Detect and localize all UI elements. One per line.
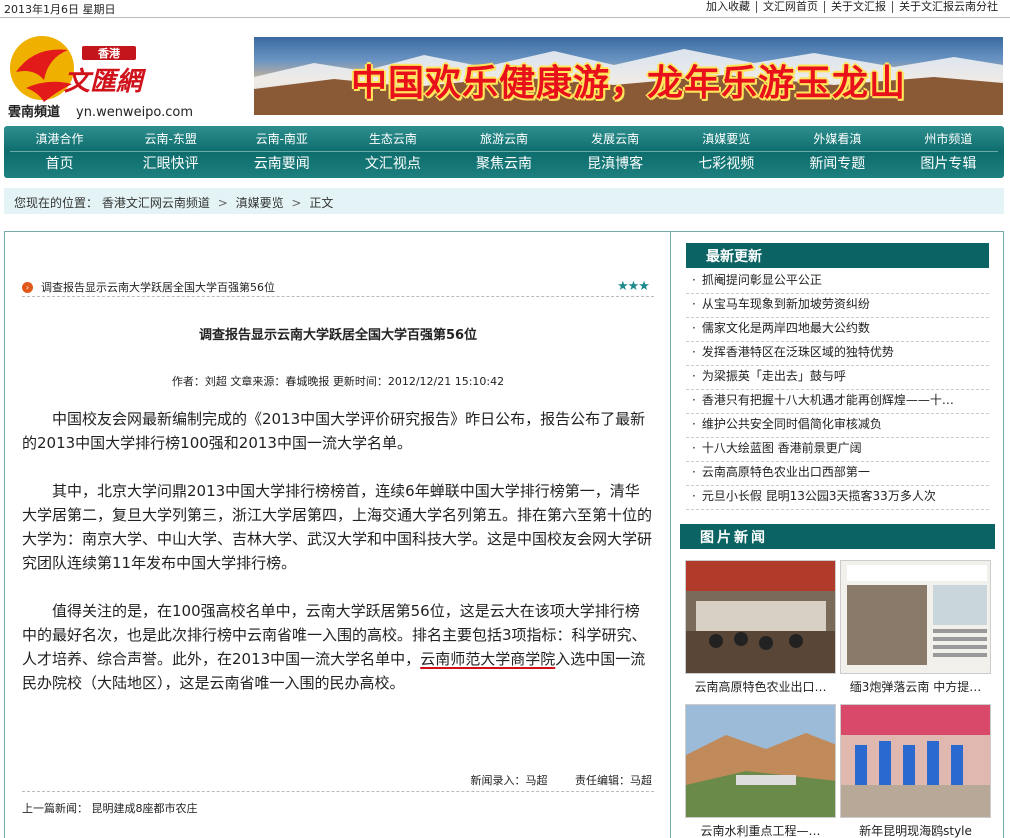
article-paragraph: 中国校友会网最新编制完成的《2013中国大学评价研究报告》昨日公布，报告公布了最… [22, 410, 646, 452]
article-meta: 作者：刘超 文章来源：春城晚报 更新时间：2012/12/21 15:10:42 [171, 375, 505, 388]
logo-channel-text: 雲南頻道 [8, 104, 60, 120]
nav-row-1: 滇港合作 云南-东盟 云南-南亚 生态云南 旅游云南 发展云南 滇媒要览 外媒看… [4, 130, 1004, 147]
nav-row-2: 首页 汇眼快评 云南要闻 文汇视点 聚焦云南 昆滇博客 七彩视频 新闻专题 图片… [4, 153, 1004, 173]
nav-item[interactable]: 旅游云南 [448, 130, 559, 147]
top-divider [0, 17, 1010, 18]
nav-item[interactable]: 首页 [4, 153, 115, 173]
nav-item[interactable]: 州市频道 [893, 130, 1004, 147]
list-item[interactable]: 为梁振英「走出去」鼓与呼 [686, 366, 989, 390]
nav-item[interactable]: 聚焦云南 [448, 153, 559, 173]
article-list-title: › 调查报告显示云南大学跃居全国大学百强第56位 [22, 279, 275, 295]
column-divider [670, 232, 671, 838]
article-list-title-text: 调查报告显示云南大学跃居全国大学百强第56位 [41, 281, 275, 294]
nav-item[interactable]: 生态云南 [337, 130, 448, 147]
nav-item[interactable]: 文汇视点 [337, 153, 448, 173]
logo-graphic: 香港 文匯網 雲南頻道 yn.wenweipo.com [8, 36, 193, 120]
breadcrumb-item[interactable]: 滇媒要览 [236, 196, 284, 210]
nav-item[interactable]: 云南-南亚 [226, 130, 337, 147]
arrow-circle-icon: › [22, 281, 33, 293]
rating-stars: ★★★ [617, 279, 650, 294]
picture-caption[interactable]: 云南水利重点工程—… [685, 822, 836, 838]
list-item[interactable]: 儒家文化是两岸四地最大公约数 [686, 318, 989, 342]
add-favorite-link[interactable]: 加入收藏 [700, 1, 756, 13]
newspaper-photo [841, 561, 990, 673]
picture-thumbnail[interactable] [685, 560, 836, 674]
picture-news-header: 图片新闻 [680, 524, 995, 549]
picture-caption[interactable]: 缅3炮弹落云南 中方提… [840, 678, 991, 695]
top-bar: 2013年1月6日 星期日 加入收藏 文汇网首页 关于文汇报 关于文汇报云南分社 [0, 0, 1010, 17]
banner-text: 中国欢乐健康游，龙年乐游玉龙山 [350, 63, 906, 104]
dotted-divider [22, 296, 654, 297]
list-item[interactable]: 维护公共安全同时倡简化审核减负 [686, 414, 989, 438]
nav-item[interactable]: 滇媒要览 [671, 130, 782, 147]
responsible-editor: 责任编辑：马超 [575, 774, 652, 787]
picture-caption[interactable]: 新年昆明现海鸥style [840, 822, 991, 838]
nav-item[interactable]: 新闻专题 [782, 153, 893, 173]
list-item[interactable]: 香港只有把握十八大机遇才能再创辉煌——十… [686, 390, 989, 414]
top-links: 加入收藏 文汇网首页 关于文汇报 关于文汇报云南分社 [700, 1, 1004, 13]
site-logo[interactable]: 香港 文匯網 雲南頻道 yn.wenweipo.com [4, 28, 204, 122]
latest-updates-header: 最新更新 [686, 243, 989, 268]
main-nav: 滇港合作 云南-东盟 云南-南亚 生态云南 旅游云南 发展云南 滇媒要览 外媒看… [4, 126, 1004, 178]
previous-news-link[interactable]: 上一篇新闻： 昆明建成8座都市农庄 [22, 800, 198, 816]
nav-item[interactable]: 外媒看滇 [782, 130, 893, 147]
about-yunnan-branch-link[interactable]: 关于文汇报云南分社 [892, 1, 1004, 13]
breadcrumb-label: 您现在的位置： [14, 196, 99, 210]
latest-updates-list: 抓阉提问彰显公平公正 从宝马车现象到新加坡劳资纠纷 儒家文化是两岸四地最大公约数… [686, 270, 989, 510]
nav-separator [10, 151, 998, 152]
list-item[interactable]: 发挥香港特区在泛珠区域的独特优势 [686, 342, 989, 366]
list-item[interactable]: 十八大绘蓝图 香港前景更广阔 [686, 438, 989, 462]
nav-item[interactable]: 昆滇博客 [560, 153, 671, 173]
dotted-divider [22, 791, 654, 792]
nav-item[interactable]: 图片专辑 [893, 153, 1004, 173]
logo-hk-text: 香港 [97, 46, 121, 60]
breadcrumb-sep: > [291, 196, 302, 210]
news-entry: 新闻录入：马超 [470, 774, 548, 787]
nav-item[interactable]: 发展云南 [560, 130, 671, 147]
nav-item[interactable]: 云南要闻 [226, 153, 337, 173]
picture-thumbnail[interactable] [840, 560, 991, 674]
breadcrumb-item: 正文 [309, 196, 334, 210]
article-body: 中国校友会网最新编制完成的《2013中国大学评价研究报告》昨日公布，报告公布了最… [22, 407, 654, 719]
article-title: 调查报告显示云南大学跃居全国大学百强第56位 [198, 328, 478, 343]
meeting-photo [686, 561, 835, 673]
logo-name-text: 文匯網 [64, 67, 147, 97]
picture-thumbnail[interactable] [840, 704, 991, 818]
nav-item[interactable]: 汇眼快评 [115, 153, 226, 173]
logo-url-text: yn.wenweipo.com [76, 105, 193, 120]
landscape-photo [686, 705, 835, 817]
highlighted-school-name: 云南师范大学商学院 [420, 650, 556, 668]
article-paragraph: 其中，北京大学问鼎2013中国大学排行榜榜首，连续6年蝉联中国大学排行榜第一，清… [22, 482, 653, 572]
nav-item[interactable]: 云南-东盟 [115, 130, 226, 147]
list-item[interactable]: 元旦小长假 昆明13公园3天揽客33万多人次 [686, 486, 989, 510]
picture-thumbnail[interactable] [685, 704, 836, 818]
picture-caption[interactable]: 云南高原特色农业出口… [685, 678, 836, 695]
article-paragraph: 值得关注的是，在100强高校名单中，云南大学跃居第56位，这是云大在该项大学排行… [22, 599, 654, 695]
dance-photo [841, 705, 990, 817]
list-item[interactable]: 云南高原特色农业出口西部第一 [686, 462, 989, 486]
homepage-link[interactable]: 文汇网首页 [756, 1, 824, 13]
date-text: 2013年1月6日 星期日 [4, 3, 116, 16]
about-link[interactable]: 关于文汇报 [824, 1, 892, 13]
breadcrumb-sep: > [217, 196, 228, 210]
list-item[interactable]: 抓阉提问彰显公平公正 [686, 270, 989, 294]
nav-item[interactable]: 滇港合作 [4, 130, 115, 147]
ad-banner[interactable]: 中国欢乐健康游，龙年乐游玉龙山 [254, 37, 1003, 115]
article-editors: 新闻录入：马超 责任编辑：马超 [22, 772, 653, 788]
breadcrumb-item[interactable]: 香港文汇网云南频道 [102, 196, 210, 210]
list-item[interactable]: 从宝马车现象到新加坡劳资纠纷 [686, 294, 989, 318]
breadcrumb: 您现在的位置： 香港文汇网云南频道 > 滇媒要览 > 正文 [4, 188, 1004, 214]
nav-item[interactable]: 七彩视频 [671, 153, 782, 173]
